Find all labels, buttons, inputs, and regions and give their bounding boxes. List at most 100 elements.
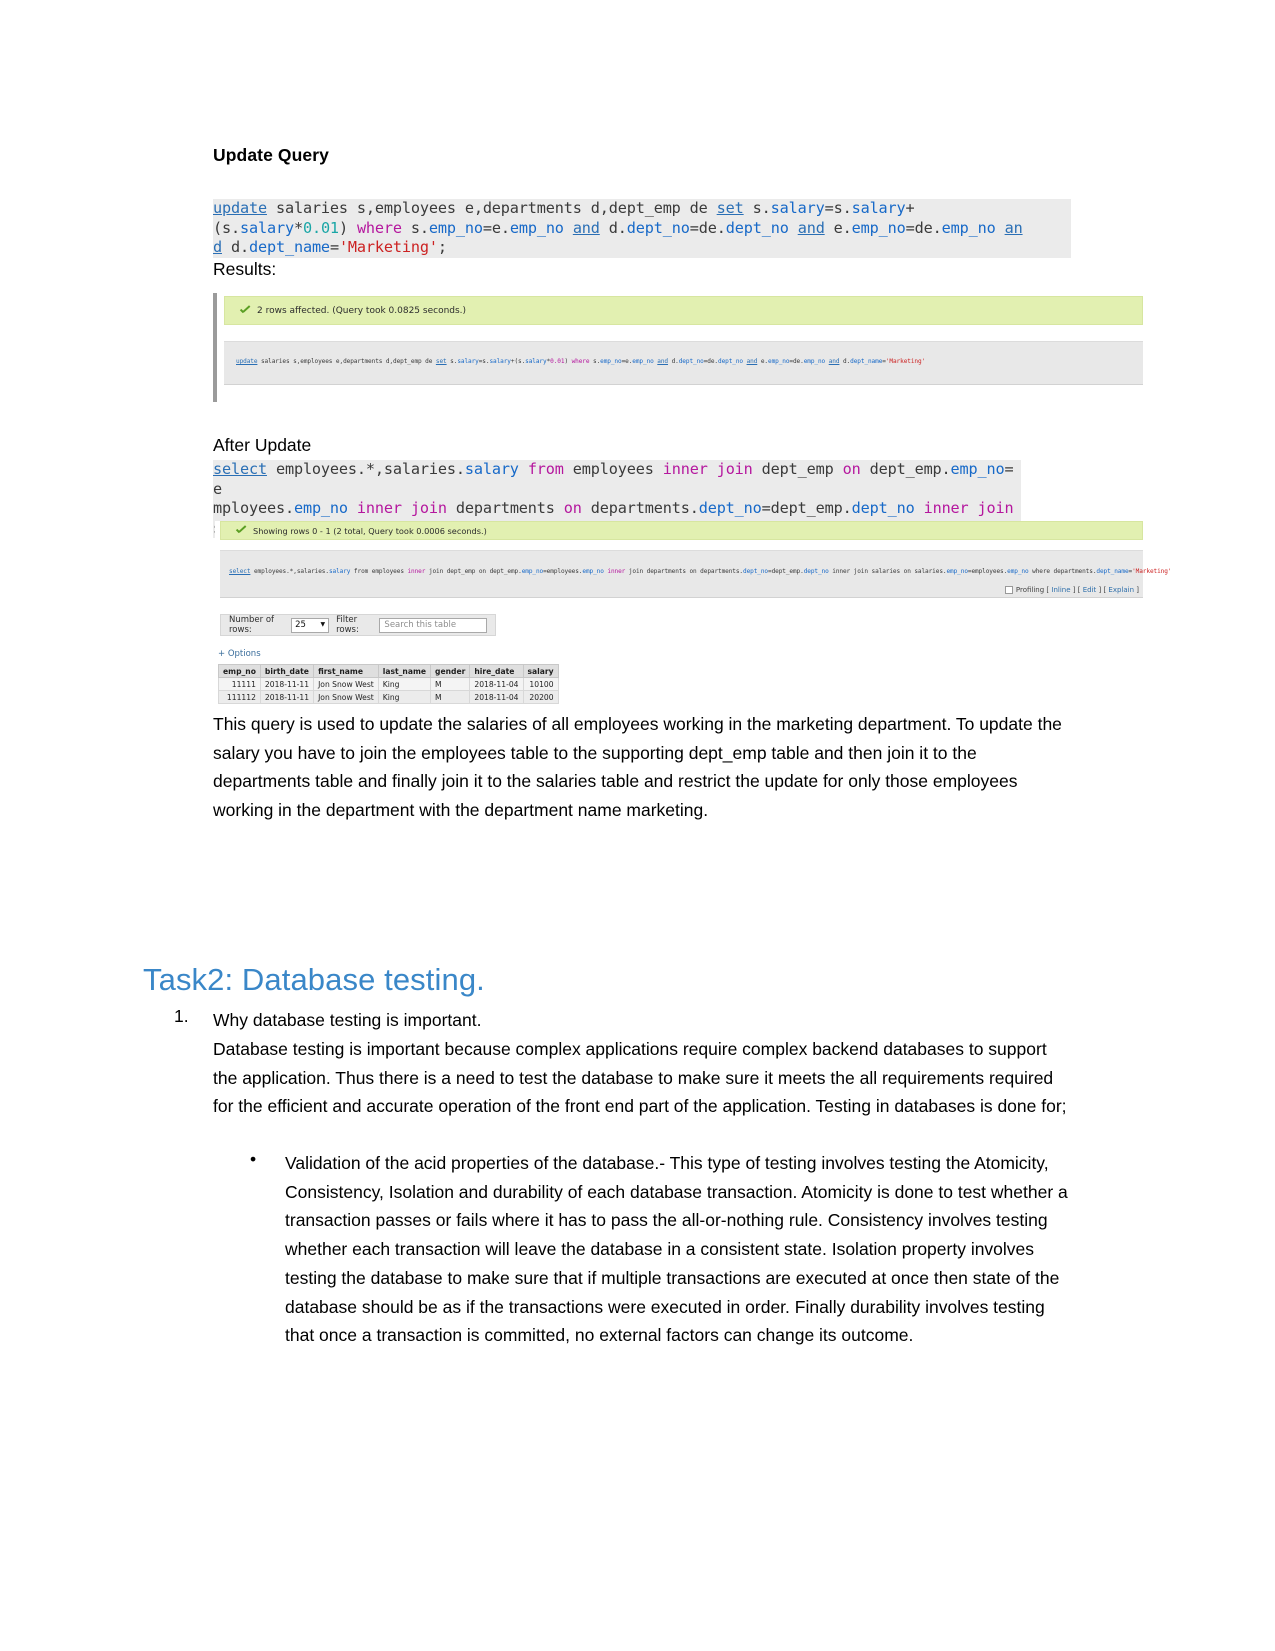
column-header[interactable]: birth_date [259,664,315,678]
echo-token: salaries s,employees e,departments d,dep… [257,358,436,365]
echo-token: emp_no [768,358,790,365]
echo-token: salary [328,568,351,575]
code-token: where [356,218,402,237]
column-header[interactable]: hire_date [469,664,524,678]
profiling-checkbox[interactable] [1004,586,1013,594]
code-token: salary [851,199,906,217]
code-token: e. [824,218,852,237]
update-result-screenshot: 2 rows affected. (Query took 0.0825 seco… [213,293,1143,402]
code-token: dept_no [698,499,762,518]
select-query-echo-text: select employees.*,salaries.salary from … [229,568,1171,576]
echo-token: dept_name [850,358,883,365]
echo-token: emp_no [946,568,968,575]
document-page: Update Query update salaries s,employees… [0,0,1275,1651]
echo-token: emp_no [582,568,604,575]
table-cell: King [377,690,432,704]
number-of-rows-select[interactable]: 25 ▼ [291,617,330,633]
code-token: d. [599,218,627,237]
table-cell: 111112 [218,690,261,704]
screenshot-left-border [213,293,217,402]
profiling-link-inline[interactable]: Inline [1051,586,1070,594]
echo-token: dept_no [678,358,704,365]
table-cell: 10100 [522,677,559,691]
echo-token: emp_no [521,568,544,575]
table-cell: King [377,677,432,691]
code-token: salary [770,199,825,217]
code-token: emp_no [293,499,348,518]
echo-token: emp_no [803,358,826,365]
code-token: dept_emp. [860,460,951,478]
number-of-rows-label: Number of rows: [229,615,275,635]
echo-token: =employees. [967,568,1008,575]
task2-question: Why database testing is important. [213,1010,482,1030]
chevron-down-icon: ▼ [320,621,326,628]
echo-token: d. [839,358,851,365]
number-of-rows-value: 25 [295,620,306,630]
update-query-echo-box: update salaries s,employees e,department… [224,341,1143,385]
code-token: =dept_emp. [761,499,852,518]
code-token: * [293,218,303,237]
code-token: dept_no [626,218,690,237]
code-line: d d.dept_name='Marketing'; [213,238,1071,258]
code-line: update salaries s,employees e,department… [213,199,1071,219]
code-token: dept_emp [752,460,843,478]
code-token: =s. [824,199,852,217]
column-header[interactable]: first_name [313,664,379,678]
echo-token: dept_no [718,358,743,365]
table-cell: 2018-11-04 [469,677,524,691]
code-token: employees [563,460,663,478]
code-token: inner join [662,460,753,478]
options-toggle[interactable]: + Options [218,649,261,659]
echo-token: d. [668,358,679,365]
code-token: inner join [356,499,447,518]
list-number: 1. [174,1006,189,1026]
bracket-close: ] [1070,586,1078,594]
code-token: salary [464,460,519,478]
profiling-controls[interactable]: Profiling [ Inline ] [ Edit ] [ Explain … [1004,586,1139,594]
echo-token: emp_no [1007,568,1029,575]
column-header[interactable]: gender [430,664,471,678]
profiling-link-edit[interactable]: Edit [1083,586,1097,594]
echo-token: update [236,358,258,365]
column-header[interactable]: emp_no [218,664,261,678]
code-token: emp_no [941,218,996,237]
profiling-link-explain[interactable]: Explain [1108,586,1134,594]
echo-token: and [828,358,840,365]
column-header[interactable]: last_name [377,664,432,678]
echo-token: salary [457,358,479,365]
code-token: =de. [689,218,726,237]
table-cell: M [430,677,471,691]
success-check-icon [239,305,251,317]
table-cell: 20200 [522,690,559,704]
code-token: = [329,238,339,257]
code-token: =e. [482,218,510,237]
select-query-echo-box: select employees.*,salaries.salary from … [220,550,1171,598]
echo-token: dept_name [1096,568,1129,575]
echo-token: from employees [350,568,408,575]
update-query-echo-text: update salaries s,employees e,department… [236,358,925,366]
code-token: from [527,460,564,478]
code-token: d. [222,238,249,257]
column-header[interactable]: salary [522,664,559,678]
code-token: on [842,460,861,478]
code-token: inner join [923,499,1014,518]
task2-bullet-text: Validation of the acid properties of the… [285,1153,1068,1346]
echo-token: =employees. [543,568,583,575]
code-token: and [797,218,825,237]
echo-token: 'Marketing' [885,358,926,365]
table-cell: 2018-11-11 [259,690,315,704]
select-status-bar: Showing rows 0 - 1 (2 total, Query took … [220,521,1143,540]
filter-rows-input[interactable]: Search this table [379,617,487,633]
code-token: dept_name [248,238,330,257]
echo-token: e. [757,358,768,365]
code-token: emp_no [428,218,483,237]
table-cell: 2018-11-04 [469,690,524,704]
echo-token: salary [489,358,511,365]
echo-token: =de. [703,358,718,365]
code-token: 0.01 [302,218,339,237]
